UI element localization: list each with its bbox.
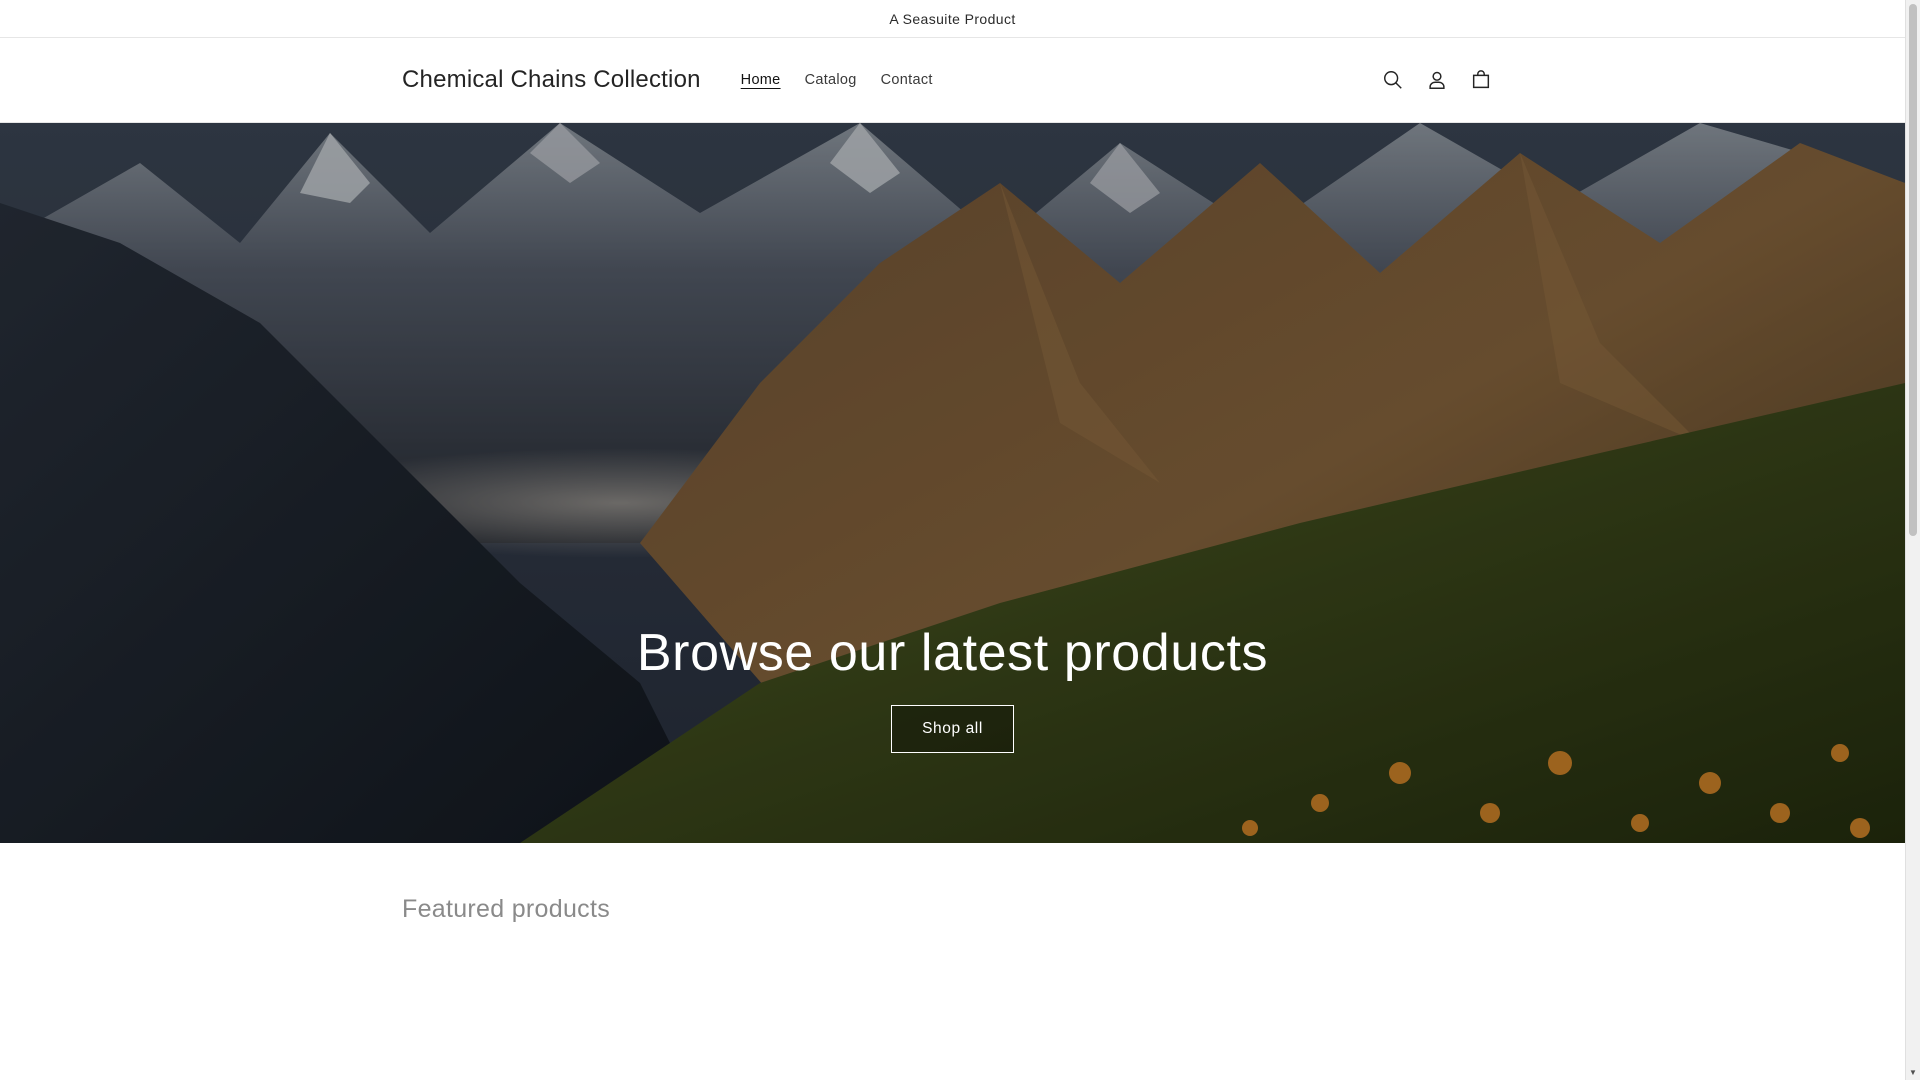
page: A Seasuite Product Chemical Chains Colle…: [0, 0, 1905, 1080]
header-inner: Chemical Chains Collection Home Catalog …: [402, 38, 1503, 122]
cart-icon: [1472, 70, 1490, 89]
nav-contact[interactable]: Contact: [869, 66, 945, 94]
featured-products-section: Featured products: [0, 843, 1905, 1080]
announcement-bar: A Seasuite Product: [0, 0, 1905, 38]
featured-products-title: Featured products: [402, 895, 610, 923]
main-nav: Home Catalog Contact: [729, 66, 945, 94]
hero-title: Browse our latest products: [636, 624, 1269, 682]
cart-button[interactable]: [1459, 58, 1503, 102]
scrollbar-thumb[interactable]: [1909, 4, 1917, 536]
shop-all-button[interactable]: Shop all: [891, 705, 1014, 753]
site-header: Chemical Chains Collection Home Catalog …: [0, 38, 1905, 123]
header-icons: [1371, 58, 1503, 102]
account-button[interactable]: [1415, 58, 1459, 102]
scroll-down-arrow-icon[interactable]: ▼: [1906, 1065, 1920, 1080]
search-icon: [1384, 71, 1402, 89]
search-button[interactable]: [1371, 58, 1415, 102]
nav-home[interactable]: Home: [729, 66, 793, 94]
account-icon: [1429, 71, 1445, 89]
page-scrollbar[interactable]: ▼: [1905, 0, 1920, 1080]
hero-banner: Browse our latest products Shop all: [0, 123, 1905, 843]
store-logo[interactable]: Chemical Chains Collection: [402, 66, 701, 94]
hero-content: Browse our latest products Shop all: [0, 623, 1905, 753]
announcement-text: A Seasuite Product: [889, 10, 1016, 27]
nav-catalog[interactable]: Catalog: [793, 66, 869, 94]
